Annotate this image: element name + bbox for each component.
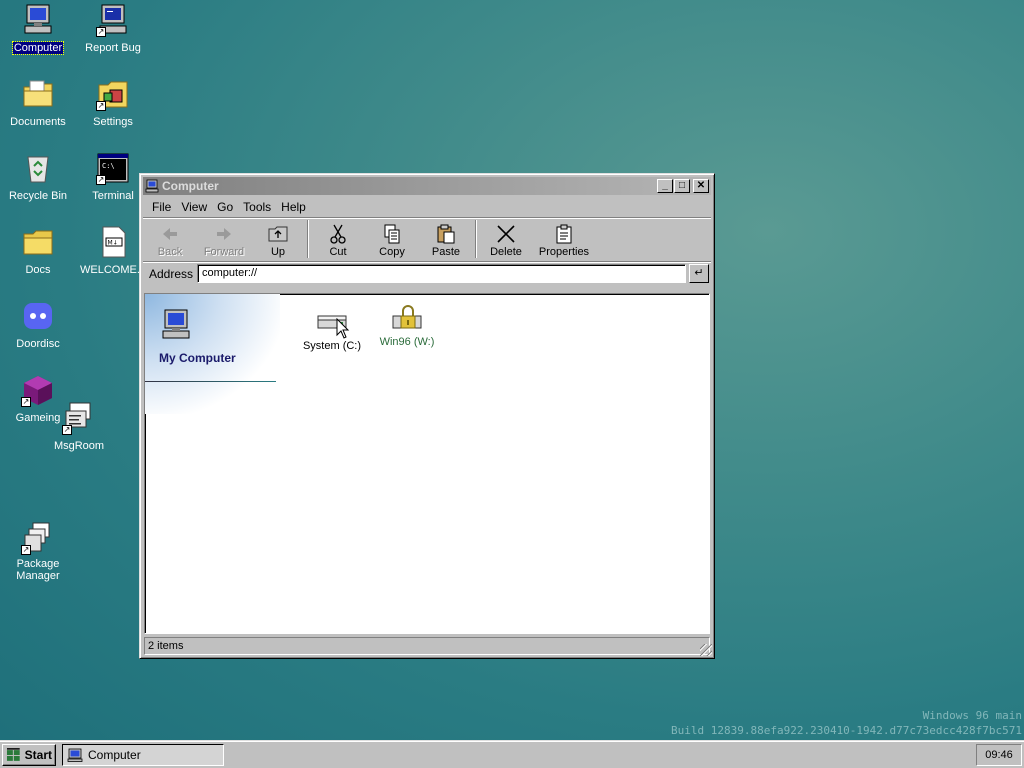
cut-button[interactable]: Cut <box>311 220 365 260</box>
desktop-icon-settings[interactable]: ↗ Settings <box>76 77 150 128</box>
desktop-icon-doordisc[interactable]: Doordisc <box>1 299 75 350</box>
my-computer-icon <box>159 308 193 342</box>
resize-grip[interactable] <box>700 644 712 656</box>
markdown-file-icon: M↓ <box>96 225 130 259</box>
file-view[interactable]: My Computer System (C:) Win96 (W:) <box>144 293 710 634</box>
taskbar: Start Computer 09:46 <box>0 740 1024 768</box>
taskbar-item-computer[interactable]: Computer <box>62 743 224 766</box>
shortcut-arrow-icon: ↗ <box>96 175 106 185</box>
forward-button[interactable]: Forward <box>197 220 251 260</box>
address-bar: Address computer:// ↵ <box>143 261 711 285</box>
recycle-bin-icon <box>21 151 55 185</box>
toolbar-separator <box>307 220 309 258</box>
back-arrow-icon <box>163 228 177 240</box>
mouse-cursor-icon <box>336 318 350 339</box>
desktop-icon-report-bug[interactable]: ↗ Report Bug <box>76 3 150 54</box>
svg-text:M↓: M↓ <box>108 240 118 247</box>
shortcut-arrow-icon: ↗ <box>21 545 31 555</box>
desktop-icon-package-manager[interactable]: ↗ Package Manager <box>1 521 75 582</box>
shortcut-arrow-icon: ↗ <box>96 27 106 37</box>
paste-icon <box>437 224 455 244</box>
menu-go[interactable]: Go <box>212 200 238 214</box>
properties-button[interactable]: Properties <box>533 220 595 260</box>
shortcut-arrow-icon: ↗ <box>96 101 106 111</box>
copy-button[interactable]: Copy <box>365 220 419 260</box>
window-titlebar[interactable]: Computer _ □ ✕ <box>143 177 711 195</box>
shortcut-arrow-icon: ↗ <box>62 425 72 435</box>
desktop-icon-msgroom[interactable]: ↗ MsgRoom <box>42 401 116 452</box>
side-panel: My Computer <box>145 294 280 414</box>
start-logo-icon <box>6 747 20 761</box>
locked-drive-icon <box>390 302 424 334</box>
toolbar: Back Forward Up Cut Copy Paste Delete Pr… <box>143 217 711 261</box>
copy-icon <box>384 224 400 244</box>
msgroom-icon: ↗ <box>62 401 96 435</box>
maximize-button[interactable]: □ <box>674 179 690 193</box>
up-folder-icon <box>268 226 288 242</box>
settings-icon: ↗ <box>96 77 130 111</box>
folder-icon <box>21 225 55 259</box>
properties-icon <box>556 224 572 244</box>
up-button[interactable]: Up <box>251 220 305 260</box>
address-label: Address <box>149 266 194 281</box>
terminal-icon: C:\ ↗ <box>96 151 130 185</box>
computer-icon <box>21 3 55 37</box>
address-go-button[interactable]: ↵ <box>689 264 709 283</box>
shortcut-arrow-icon: ↗ <box>21 397 31 407</box>
forward-arrow-icon <box>217 228 231 240</box>
documents-folder-icon <box>21 77 55 111</box>
desktop-icon-computer[interactable]: Computer <box>1 3 75 55</box>
desktop-icon-recycle-bin[interactable]: Recycle Bin <box>1 151 75 202</box>
menu-help[interactable]: Help <box>276 200 311 214</box>
desktop-icon-docs[interactable]: Docs <box>1 225 75 276</box>
menu-view[interactable]: View <box>176 200 212 214</box>
drive-system-c[interactable]: System (C:) <box>292 306 372 352</box>
scissors-icon <box>330 224 346 244</box>
drive-win96-w[interactable]: Win96 (W:) <box>367 302 447 348</box>
computer-icon <box>67 748 83 762</box>
paste-button[interactable]: Paste <box>419 220 473 260</box>
menu-file[interactable]: File <box>147 200 176 214</box>
delete-button[interactable]: Delete <box>479 220 533 260</box>
menu-tools[interactable]: Tools <box>238 200 276 214</box>
address-input[interactable]: computer:// <box>197 264 686 283</box>
start-button[interactable]: Start <box>2 743 56 766</box>
package-manager-icon: ↗ <box>21 521 55 555</box>
desktop-icon-documents[interactable]: Documents <box>1 77 75 128</box>
computer-icon <box>145 179 159 193</box>
watermark-build: Build 12839.88efa922.230410-1942.d77c73e… <box>671 724 1022 737</box>
doordisc-icon <box>21 299 55 333</box>
minimize-button[interactable]: _ <box>657 179 673 193</box>
side-panel-title: My Computer <box>159 351 236 365</box>
side-panel-divider <box>145 381 276 382</box>
watermark-os-name: Windows 96 main <box>922 709 1022 722</box>
delete-x-icon <box>497 225 515 243</box>
system-tray-clock[interactable]: 09:46 <box>976 743 1022 766</box>
window-title: Computer <box>162 179 219 193</box>
report-bug-icon: ↗ <box>96 3 130 37</box>
close-button[interactable]: ✕ <box>693 179 709 193</box>
svg-text:C:\: C:\ <box>102 162 115 170</box>
toolbar-separator <box>475 220 477 258</box>
back-button[interactable]: Back <box>143 220 197 260</box>
status-item-count: 2 items <box>148 640 184 652</box>
computer-window: Computer _ □ ✕ File View Go Tools Help B… <box>139 173 715 659</box>
status-bar: 2 items <box>144 637 710 655</box>
build-watermark: Windows 96 main Build 12839.88efa922.230… <box>671 708 1022 738</box>
menu-bar: File View Go Tools Help <box>143 197 711 217</box>
